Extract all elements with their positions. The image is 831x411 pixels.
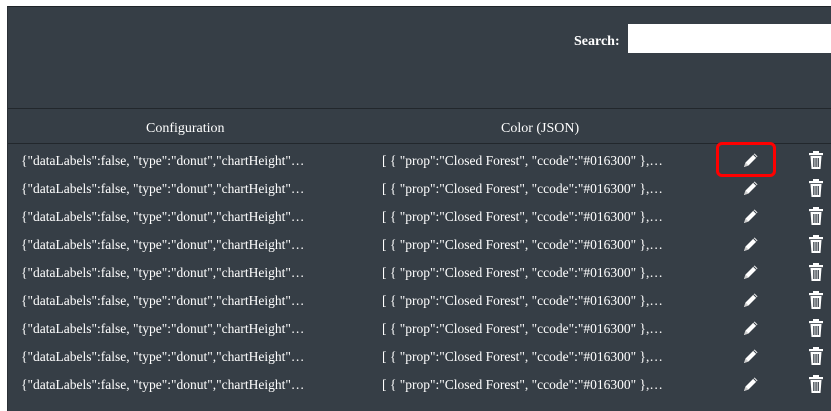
configuration-cell: {"dataLabels":false, "type":"donut","cha… — [21, 265, 305, 280]
table-row: {"dataLabels":false, "type":"donut","cha… — [8, 371, 831, 399]
header-divider — [8, 108, 831, 109]
trash-icon[interactable] — [807, 290, 825, 310]
color-json-cell: [ { "prop":"Closed Forest", "ccode":"#01… — [382, 153, 663, 168]
color-json-cell: [ { "prop":"Closed Forest", "ccode":"#01… — [382, 293, 663, 308]
table-row: {"dataLabels":false, "type":"donut","cha… — [8, 203, 831, 231]
pencil-icon[interactable] — [741, 374, 761, 394]
table-row: {"dataLabels":false, "type":"donut","cha… — [8, 175, 831, 203]
search-input[interactable] — [628, 24, 831, 53]
trash-icon[interactable] — [807, 262, 825, 282]
table-panel: Search: Configuration Color (JSON) {"dat… — [7, 6, 831, 411]
table-body: {"dataLabels":false, "type":"donut","cha… — [8, 147, 831, 399]
table-row: {"dataLabels":false, "type":"donut","cha… — [8, 259, 831, 287]
color-json-cell: [ { "prop":"Closed Forest", "ccode":"#01… — [382, 237, 663, 252]
trash-icon[interactable] — [807, 178, 825, 198]
color-json-cell: [ { "prop":"Closed Forest", "ccode":"#01… — [382, 265, 663, 280]
search-label: Search: — [574, 34, 620, 49]
configuration-cell: {"dataLabels":false, "type":"donut","cha… — [21, 153, 305, 168]
pencil-icon[interactable] — [741, 346, 761, 366]
trash-icon[interactable] — [807, 206, 825, 226]
configuration-cell: {"dataLabels":false, "type":"donut","cha… — [21, 181, 305, 196]
pencil-icon[interactable] — [741, 318, 761, 338]
color-json-cell: [ { "prop":"Closed Forest", "ccode":"#01… — [382, 349, 663, 364]
color-json-cell: [ { "prop":"Closed Forest", "ccode":"#01… — [382, 181, 663, 196]
pencil-icon[interactable] — [741, 150, 761, 170]
color-json-cell: [ { "prop":"Closed Forest", "ccode":"#01… — [382, 321, 663, 336]
pencil-icon[interactable] — [741, 206, 761, 226]
color-json-cell: [ { "prop":"Closed Forest", "ccode":"#01… — [382, 209, 663, 224]
pencil-icon[interactable] — [741, 178, 761, 198]
pencil-icon[interactable] — [741, 290, 761, 310]
column-header-configuration[interactable]: Configuration — [146, 121, 225, 137]
trash-icon[interactable] — [807, 318, 825, 338]
configuration-cell: {"dataLabels":false, "type":"donut","cha… — [21, 377, 305, 392]
configuration-cell: {"dataLabels":false, "type":"donut","cha… — [21, 293, 305, 308]
table-row: {"dataLabels":false, "type":"donut","cha… — [8, 315, 831, 343]
table-row: {"dataLabels":false, "type":"donut","cha… — [8, 231, 831, 259]
pencil-icon[interactable] — [741, 262, 761, 282]
configuration-cell: {"dataLabels":false, "type":"donut","cha… — [21, 209, 305, 224]
trash-icon[interactable] — [807, 346, 825, 366]
configuration-cell: {"dataLabels":false, "type":"donut","cha… — [21, 349, 305, 364]
table-row: {"dataLabels":false, "type":"donut","cha… — [8, 343, 831, 371]
trash-icon[interactable] — [807, 234, 825, 254]
column-header-color-json[interactable]: Color (JSON) — [501, 121, 579, 137]
configuration-cell: {"dataLabels":false, "type":"donut","cha… — [21, 237, 305, 252]
configuration-cell: {"dataLabels":false, "type":"donut","cha… — [21, 321, 305, 336]
trash-icon[interactable] — [807, 150, 825, 170]
header-bottom-divider — [8, 143, 831, 144]
color-json-cell: [ { "prop":"Closed Forest", "ccode":"#01… — [382, 377, 663, 392]
table-row: {"dataLabels":false, "type":"donut","cha… — [8, 287, 831, 315]
trash-icon[interactable] — [807, 374, 825, 394]
table-row: {"dataLabels":false, "type":"donut","cha… — [8, 147, 831, 175]
pencil-icon[interactable] — [741, 234, 761, 254]
